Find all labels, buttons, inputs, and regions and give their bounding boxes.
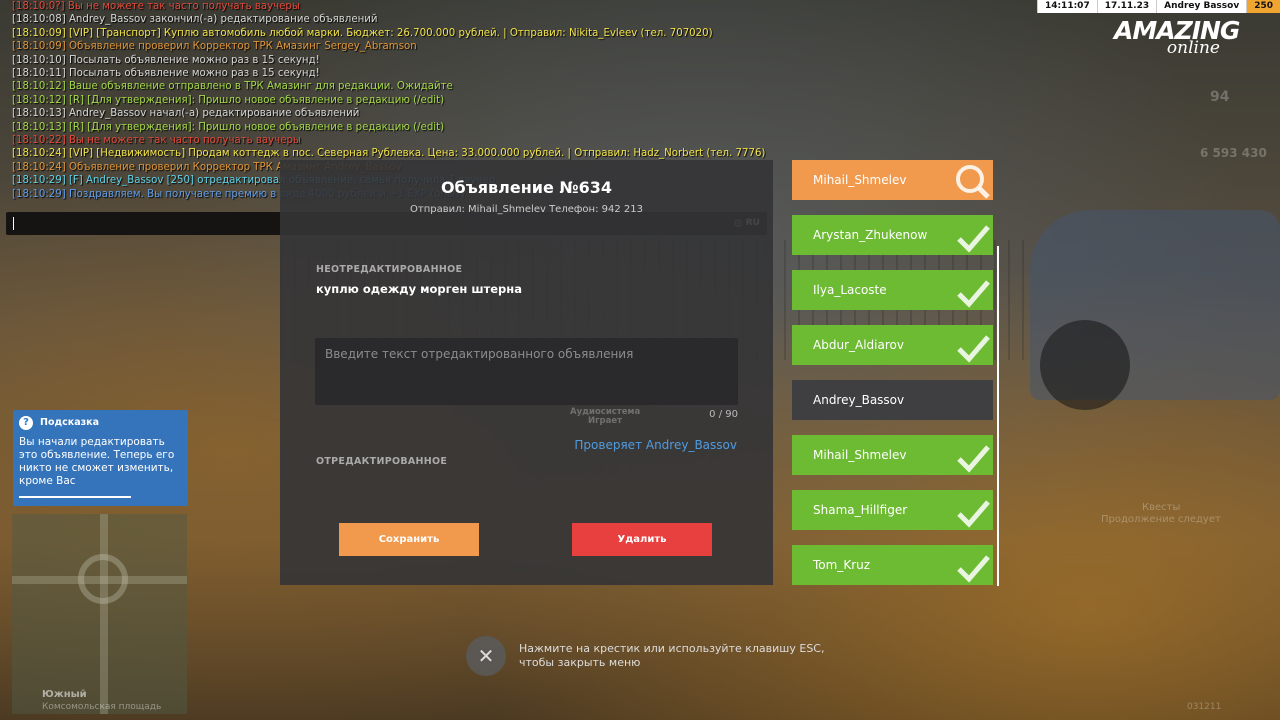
quest-subtitle: Продолжение следует — [1101, 514, 1221, 525]
chat-line: [18:10:09] Объявление проверил Корректор… — [12, 41, 417, 53]
chat-line: [18:10:13] [R] [Для утверждения]: Пришло… — [12, 121, 445, 133]
original-ad-text: куплю одежду морген штерна — [316, 282, 522, 296]
street-name: Комсомольская площадь — [42, 702, 162, 712]
question-icon: ? — [19, 416, 33, 430]
editor-name: Tom_Kruz — [813, 558, 871, 572]
editor-item[interactable]: Abdur_Aldiarov — [792, 325, 993, 365]
editor-item[interactable]: Tom_Kruz — [792, 545, 993, 585]
editor-item[interactable]: Mihail_Shmelev — [792, 435, 993, 475]
hud-date: 17.11.23 — [1096, 0, 1157, 13]
chat-line: [18:10:22] Вы не можете так часто получа… — [12, 135, 301, 147]
chat-line: [18:10:08] Andrey_Bassov закончил(-а) ре… — [12, 14, 378, 26]
checker-label: Проверяет Andrey_Bassov — [574, 438, 737, 452]
editor-name: Mihail_Shmelev — [813, 173, 907, 187]
ad-sender: Отправил: Mihail_Shmelev Телефон: 942 21… — [410, 204, 643, 215]
editor-item[interactable]: Andrey_Bassov — [792, 380, 993, 420]
editor-name: Mihail_Shmelev — [813, 448, 907, 462]
chat-line: [18:10:12] [R] [Для утверждения]: Пришло… — [12, 94, 445, 106]
hud-level: 250 — [1246, 0, 1280, 13]
editor-name: Ilya_Lacoste — [813, 283, 887, 297]
ad-edit-modal: Объявление №634 Отправил: Mihail_Shmelev… — [280, 160, 773, 585]
editors-list: Mihail_Shmelev Arystan_Zhukenow Ilya_Lacos… — [792, 160, 993, 600]
editor-item[interactable]: Arystan_Zhukenow — [792, 215, 993, 255]
hud-health: 94 — [1210, 89, 1230, 105]
check-icon — [957, 500, 990, 528]
check-icon — [957, 335, 990, 363]
check-icon — [957, 225, 990, 253]
ad-title: Объявление №634 — [440, 178, 613, 197]
chat-line: [18:10:09] [VIP] [Транспорт] Куплю автом… — [12, 27, 713, 39]
hud-top-bar: 14:11:07 17.11.23 Andrey Bassov 250 — [1036, 0, 1280, 13]
audio-state: Играет — [588, 416, 623, 426]
editor-name: Shama_Hillfiger — [813, 503, 908, 517]
chat-line: [18:10:11] Посылать объявление можно раз… — [12, 68, 320, 80]
editor-name: Abdur_Aldiarov — [813, 338, 904, 352]
delete-button[interactable]: Удалить — [572, 523, 712, 556]
text-cursor — [13, 217, 14, 230]
check-icon — [957, 280, 990, 308]
server-logo: AMAZING online — [1114, 16, 1266, 60]
background-van-wheel — [1040, 320, 1130, 410]
logo-sub: online — [1166, 38, 1220, 58]
edited-ad-input[interactable] — [315, 338, 738, 405]
check-icon — [957, 445, 990, 473]
hint-title: Подсказка — [40, 417, 100, 428]
hint-progress — [19, 496, 131, 498]
odometer: 031211 — [1187, 702, 1222, 712]
background-van — [1030, 210, 1280, 400]
hint-text: Вы начали редактировать это объявление. … — [19, 436, 175, 487]
district-name: Южный — [42, 689, 87, 700]
close-hint: Нажмите на крестик или используйте клави… — [519, 642, 824, 670]
edited-label: ОТРЕДАКТИРОВАННОЕ — [316, 456, 448, 467]
chat-line: [18:10:12] Ваше объявление отправлено в … — [12, 81, 453, 93]
chat-line: [18:10:10] Посылать объявление можно раз… — [12, 54, 320, 66]
chat-line: [18:10:13] Andrey_Bassov начал(-а) редак… — [12, 108, 360, 120]
minimap: Южный Комсомольская площадь — [12, 514, 187, 714]
close-hint-line1: Нажмите на крестик или используйте клави… — [519, 642, 825, 655]
editor-name: Arystan_Zhukenow — [813, 228, 928, 242]
editor-item[interactable]: Ilya_Lacoste — [792, 270, 993, 310]
chat-line: [18:10:24] [VIP] [Недвижимость] Продам к… — [12, 148, 766, 160]
hud-time: 14:11:07 — [1036, 0, 1097, 13]
editor-item[interactable]: Mihail_Shmelev — [792, 160, 993, 200]
char-counter: 0 / 90 — [709, 409, 738, 420]
save-button[interactable]: Сохранить — [339, 523, 479, 556]
minimap-roundabout — [78, 554, 128, 604]
chat-line: [18:10:0?] Вы не можете так часто получа… — [12, 1, 300, 12]
hud-player: Andrey Bassov — [1156, 0, 1247, 13]
quest-title: Квесты — [1142, 502, 1181, 513]
close-hint-line2: чтобы закрыть меню — [519, 656, 641, 669]
editor-item[interactable]: Shama_Hillfiger — [792, 490, 993, 530]
original-label: НЕОТРЕДАКТИРОВАННОЕ — [316, 264, 463, 275]
hud-money: 6 593 430 — [1200, 146, 1267, 160]
search-icon — [956, 165, 990, 199]
close-icon[interactable]: ✕ — [466, 636, 506, 676]
editors-scrollbar[interactable] — [997, 246, 999, 586]
hint-panel: ? Подсказка Вы начали редактировать это … — [13, 410, 188, 506]
minimap-road — [100, 514, 108, 714]
editor-name: Andrey_Bassov — [813, 393, 905, 407]
check-icon — [957, 555, 990, 583]
